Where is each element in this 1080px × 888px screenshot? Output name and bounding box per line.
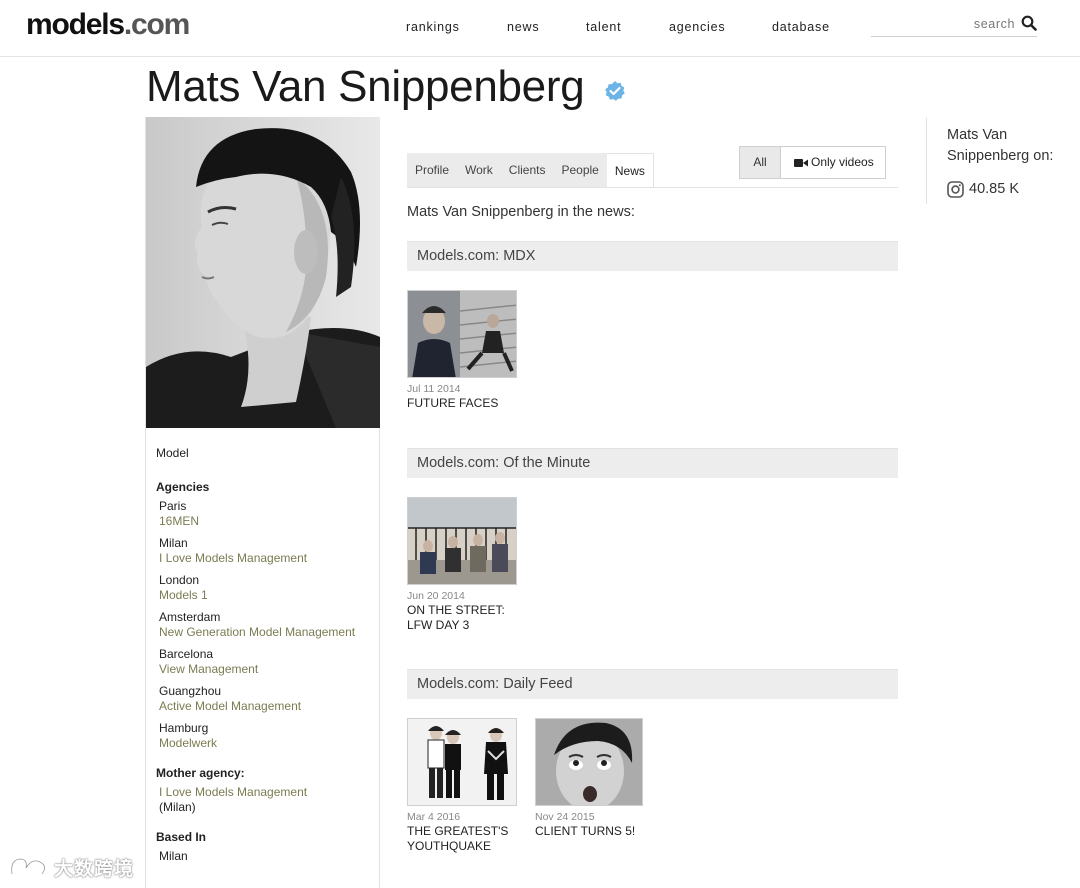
watermark: 大数跨境 [8, 853, 134, 881]
profile-sidebar: Model Agencies Paris 16MEN Milan I Love … [145, 117, 380, 888]
news-intro: Mats Van Snippenberg in the news: [407, 204, 635, 220]
based-in-city: Milan [159, 849, 188, 863]
news-date: Mar 4 2016 [407, 811, 461, 823]
agency-city: Guangzhou [159, 684, 222, 698]
mother-agency-heading: Mother agency: [156, 766, 245, 780]
page-title: Mats Van Snippenberg [146, 62, 585, 111]
news-headline[interactable]: THE GREATEST'S YOUTHQUAKE [407, 824, 508, 854]
search-input[interactable] [871, 14, 1015, 34]
news-date: Nov 24 2015 [535, 811, 595, 823]
verified-badge-icon [605, 81, 625, 101]
news-date: Jun 20 2014 [407, 590, 465, 602]
social-divider [926, 118, 927, 204]
search-icon[interactable] [1021, 15, 1037, 31]
watermark-text: 大数跨境 [54, 858, 135, 880]
news-thumbnail[interactable] [407, 718, 517, 806]
top-bar: models.com rankings news talent agencies… [0, 0, 1080, 57]
search-box [871, 12, 1037, 37]
agencies-heading: Agencies [156, 480, 210, 494]
tab-clients[interactable]: Clients [501, 153, 554, 188]
filter-videos-label: Only videos [811, 155, 874, 169]
agency-city: Amsterdam [159, 610, 221, 624]
news-thumbnail[interactable] [407, 497, 517, 585]
tab-news[interactable]: News [606, 153, 654, 188]
social-title: Mats Van Snippenberg on: [947, 127, 1054, 164]
agency-link[interactable]: 16MEN [159, 514, 199, 528]
news-section-header: Models.com: MDX [407, 241, 898, 271]
tab-profile[interactable]: Profile [407, 153, 457, 188]
nav-talent[interactable]: talent [586, 20, 621, 34]
news-thumbnail[interactable] [407, 290, 517, 378]
instagram-icon[interactable] [947, 181, 964, 198]
nav-agencies[interactable]: agencies [669, 20, 725, 34]
tabs-divider [407, 187, 898, 188]
tab-people[interactable]: People [553, 153, 606, 188]
watermark-logo-icon [10, 857, 46, 875]
news-date: Jul 11 2014 [407, 383, 461, 395]
agency-city: Barcelona [159, 647, 214, 661]
section-title: Models.com: Of the Minute [417, 455, 591, 471]
agency-city: Milan [159, 536, 188, 550]
section-title: Models.com: MDX [417, 248, 536, 264]
agency-link[interactable]: New Generation Model Management [159, 625, 355, 639]
nav-database[interactable]: database [772, 20, 830, 34]
agency-link[interactable]: Active Model Management [159, 699, 301, 713]
agency-link[interactable]: I Love Models Management [159, 551, 307, 565]
news-section-header: Models.com: Daily Feed [407, 669, 898, 699]
agency-city: Hamburg [159, 721, 209, 735]
news-headline[interactable]: FUTURE FACES [407, 396, 498, 411]
news-headline[interactable]: CLIENT TURNS 5! [535, 824, 635, 839]
mother-agency-link[interactable]: I Love Models Management [159, 785, 307, 799]
section-title: Models.com: Daily Feed [417, 676, 573, 692]
agency-link[interactable]: View Management [159, 662, 258, 676]
news-section-header: Models.com: Of the Minute [407, 448, 898, 478]
profile-portrait[interactable] [146, 117, 380, 428]
profile-tabs: Profile Work Clients People News [407, 153, 654, 188]
video-filter-toggle: All Only videos [739, 146, 886, 179]
logo[interactable]: models.com [26, 8, 190, 42]
agency-link[interactable]: Modelwerk [159, 736, 217, 750]
profile-role: Model [156, 446, 189, 460]
nav-rankings[interactable]: rankings [406, 20, 460, 34]
video-camera-icon [794, 158, 808, 167]
based-in-heading: Based In [156, 830, 207, 844]
mother-agency-city: (Milan) [159, 800, 196, 814]
filter-videos-button[interactable]: Only videos [781, 147, 885, 178]
agency-city: London [159, 573, 200, 587]
news-thumbnail[interactable] [535, 718, 643, 806]
filter-all-button[interactable]: All [740, 147, 781, 178]
instagram-followers[interactable]: 40.85 K [969, 181, 1019, 197]
agency-link[interactable]: Models 1 [159, 588, 208, 602]
nav-news[interactable]: news [507, 20, 539, 34]
news-headline[interactable]: ON THE STREET: LFW DAY 3 [407, 603, 505, 633]
tab-work[interactable]: Work [457, 153, 501, 188]
agency-city: Paris [159, 499, 187, 513]
